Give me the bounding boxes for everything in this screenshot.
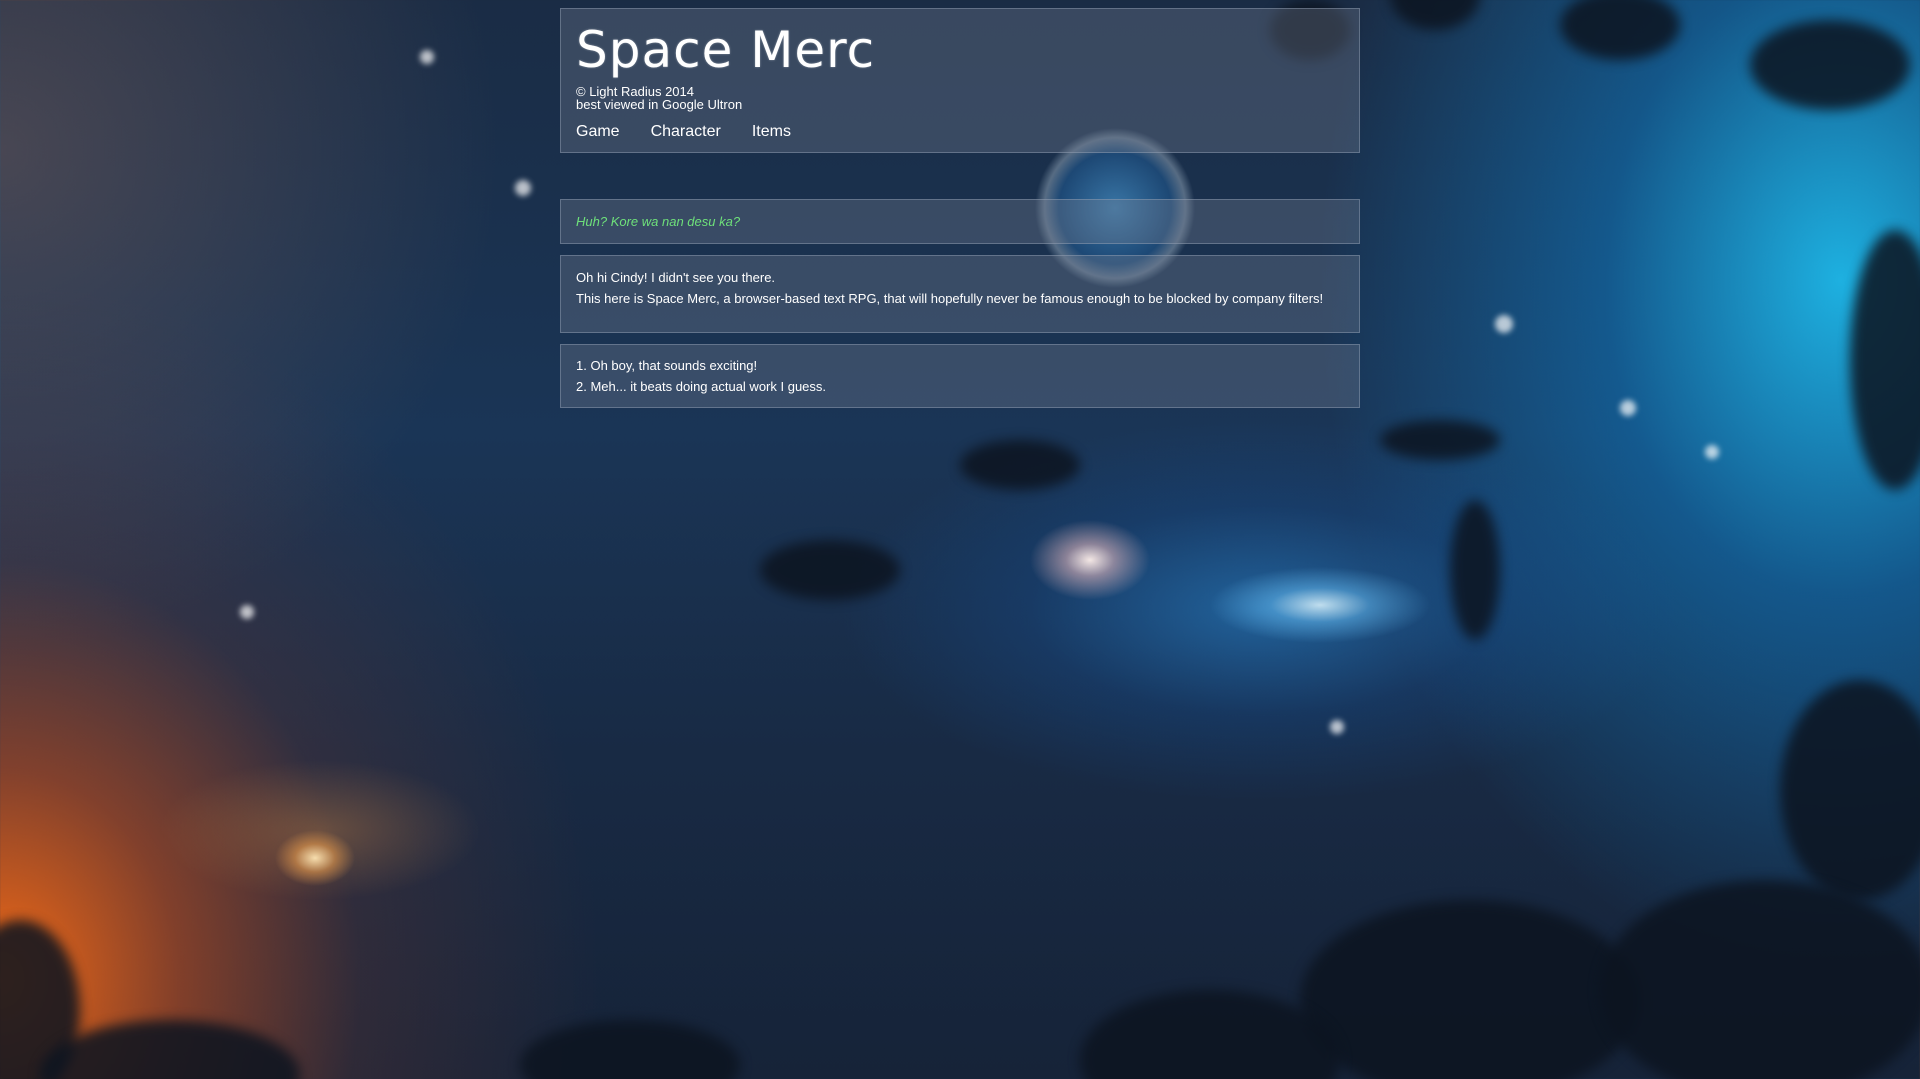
site-header: Space Merc © Light Radius 2014 best view… xyxy=(560,8,1360,153)
background-asteroid xyxy=(1600,880,1920,1079)
background-asteroid xyxy=(1780,680,1920,900)
background-asteroid xyxy=(0,920,80,1079)
background-asteroid xyxy=(1390,0,1480,30)
site-title: Space Merc xyxy=(576,21,876,79)
story-line: Oh hi Cindy! I didn't see you there. xyxy=(576,270,776,285)
background-asteroid xyxy=(960,440,1080,490)
background-asteroid xyxy=(1850,230,1920,490)
background-asteroid xyxy=(520,1020,740,1079)
choices-panel: 1. Oh boy, that sounds exciting! 2. Meh.… xyxy=(560,344,1360,408)
background-asteroid xyxy=(1750,20,1910,110)
background-star xyxy=(420,50,434,64)
background-asteroid xyxy=(1560,0,1680,60)
choice-option-1[interactable]: 1. Oh boy, that sounds exciting! xyxy=(576,359,1344,372)
quote-text: Huh? Kore wa nan desu ka? xyxy=(576,214,741,229)
main-nav: Game Character Items xyxy=(576,123,1344,141)
quote-panel: Huh? Kore wa nan desu ka? xyxy=(560,199,1360,244)
background-star xyxy=(515,180,531,196)
story-line: This here is Space Merc, a browser-based… xyxy=(576,291,1324,306)
tagline-text: best viewed in Google Ultron xyxy=(576,97,743,112)
background-star xyxy=(240,605,254,619)
background-asteroid xyxy=(40,1020,300,1079)
content-column: Space Merc © Light Radius 2014 best view… xyxy=(560,8,1360,408)
background-asteroid xyxy=(1380,420,1500,460)
background-star xyxy=(1495,315,1513,333)
background-asteroid xyxy=(1080,990,1340,1079)
background-asteroid xyxy=(760,540,900,600)
story-panel: Oh hi Cindy! I didn't see you there. Thi… xyxy=(560,255,1360,333)
background-asteroid xyxy=(1300,900,1640,1079)
nav-character-link[interactable]: Character xyxy=(651,123,721,141)
background-star xyxy=(1705,445,1719,459)
nav-items-link[interactable]: Items xyxy=(752,123,791,141)
nav-game-link[interactable]: Game xyxy=(576,123,620,141)
background-star xyxy=(1620,400,1636,416)
choice-option-2[interactable]: 2. Meh... it beats doing actual work I g… xyxy=(576,380,1344,393)
background-star xyxy=(1330,720,1344,734)
background-asteroid xyxy=(1450,500,1500,640)
